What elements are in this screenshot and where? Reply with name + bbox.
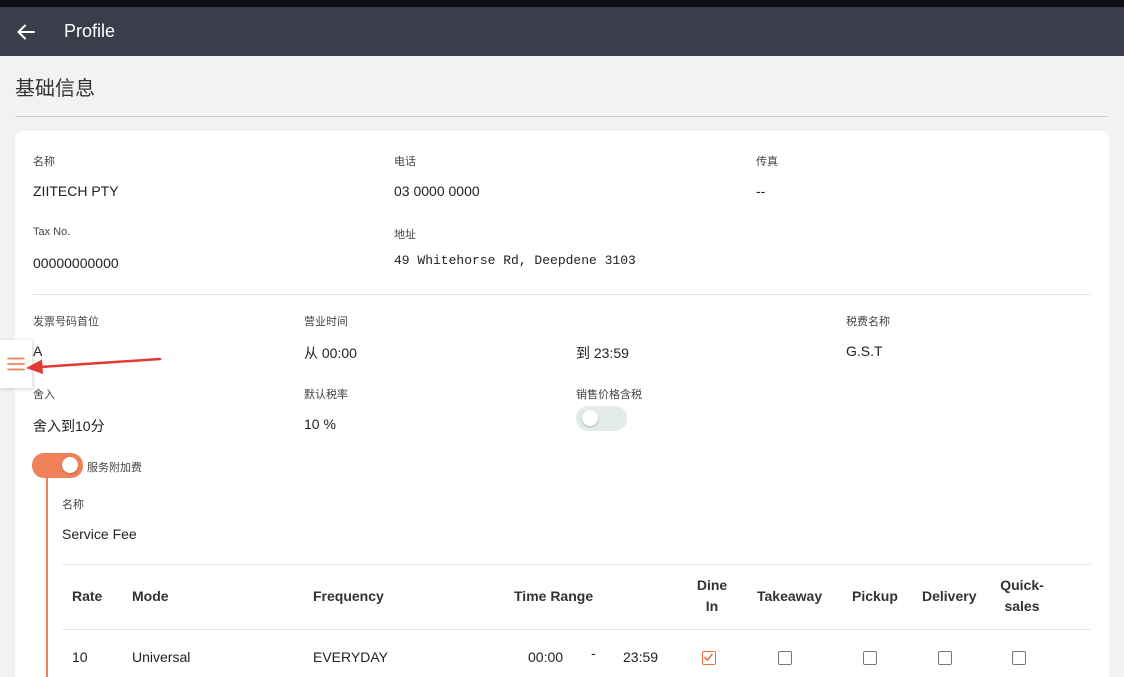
- phone-label: 电话: [394, 156, 416, 168]
- page-title: Profile: [64, 21, 116, 41]
- pickup-checkbox[interactable]: [863, 651, 877, 665]
- header-line: sales: [1004, 598, 1040, 614]
- hours-to-value[interactable]: 到 23:59: [576, 343, 629, 363]
- price-includes-tax-label: 销售价格含税: [576, 389, 642, 401]
- column-header-rate: Rate: [72, 588, 103, 604]
- table-top-rule: [62, 564, 1091, 565]
- header-line: Quick-: [1000, 577, 1044, 593]
- table-header-rule: [62, 629, 1091, 630]
- header-line: Dine: [696, 577, 728, 593]
- takeaway-checkbox[interactable]: [778, 651, 792, 665]
- hamburger-menu-icon: [7, 357, 25, 371]
- quick-sales-checkbox[interactable]: [1012, 651, 1026, 665]
- section-divider: [15, 116, 1108, 117]
- default-tax-label: 默认税率: [304, 389, 348, 401]
- phone-value[interactable]: 03 0000 0000: [394, 183, 480, 199]
- app-root: Profile 基础信息 名称 ZIITECH PTY 电话 03 0000 0…: [0, 0, 1124, 677]
- rounding-value[interactable]: 舍入到10分: [33, 416, 105, 436]
- row-mode: Universal: [132, 649, 191, 665]
- price-includes-tax-toggle[interactable]: [576, 406, 627, 431]
- column-header-mode: Mode: [132, 588, 169, 604]
- checkmark-icon: [704, 653, 713, 661]
- tax-number-value[interactable]: 00000000000: [33, 255, 119, 271]
- column-header-takeaway: Takeaway: [757, 588, 823, 604]
- invoice-prefix-value[interactable]: A: [33, 343, 42, 359]
- business-hours-label: 营业时间: [304, 316, 348, 328]
- status-bar: [0, 0, 1124, 7]
- address-value[interactable]: 49 Whitehorse Rd, Deepdene 3103: [394, 253, 636, 268]
- tax-number-label: Tax No.: [33, 226, 71, 238]
- toggle-knob: [582, 410, 598, 426]
- invoice-prefix-label: 发票号码首位: [33, 316, 99, 328]
- header-line: In: [705, 598, 719, 614]
- service-fee-toggle-label: 服务附加费: [87, 462, 142, 474]
- card-divider: [33, 294, 1091, 295]
- arrow-left-icon: [17, 24, 35, 39]
- row-time-from[interactable]: 00:00: [528, 649, 563, 665]
- column-header-dine-in: Dine In: [688, 575, 736, 617]
- delivery-checkbox[interactable]: [938, 651, 952, 665]
- company-name-label: 名称: [33, 156, 55, 168]
- rounding-label: 舍入: [33, 389, 55, 401]
- address-label: 地址: [394, 229, 416, 241]
- row-time-separator: -: [591, 645, 596, 661]
- default-tax-value[interactable]: 10 %: [304, 416, 336, 432]
- column-header-delivery: Delivery: [922, 588, 977, 604]
- column-header-time-range: Time Range: [514, 588, 594, 604]
- row-rate: 10: [72, 649, 88, 665]
- service-fee-name-label: 名称: [62, 499, 84, 511]
- toggle-knob: [62, 457, 78, 473]
- row-time-to[interactable]: 23:59: [623, 649, 658, 665]
- tax-name-label: 税费名称: [846, 316, 890, 328]
- column-header-frequency: Frequency: [313, 588, 384, 604]
- service-fee-indent-line: [46, 478, 48, 677]
- service-fee-toggle[interactable]: [32, 453, 83, 478]
- dine-in-checkbox[interactable]: [702, 651, 716, 665]
- fax-label: 传真: [756, 156, 778, 168]
- service-fee-name-value[interactable]: Service Fee: [62, 526, 137, 542]
- side-menu-button[interactable]: [0, 340, 32, 388]
- tax-name-value[interactable]: G.S.T: [846, 343, 883, 359]
- app-bar: Profile: [0, 7, 1124, 56]
- hours-from-value[interactable]: 从 00:00: [304, 343, 357, 363]
- company-name-value[interactable]: ZIITECH PTY: [33, 183, 119, 199]
- column-header-pickup: Pickup: [852, 588, 898, 604]
- fax-value[interactable]: --: [756, 183, 765, 199]
- section-title: 基础信息: [15, 78, 95, 100]
- row-frequency: EVERYDAY: [313, 649, 388, 665]
- back-button[interactable]: [0, 7, 52, 56]
- column-header-quick-sales: Quick- sales: [996, 575, 1048, 617]
